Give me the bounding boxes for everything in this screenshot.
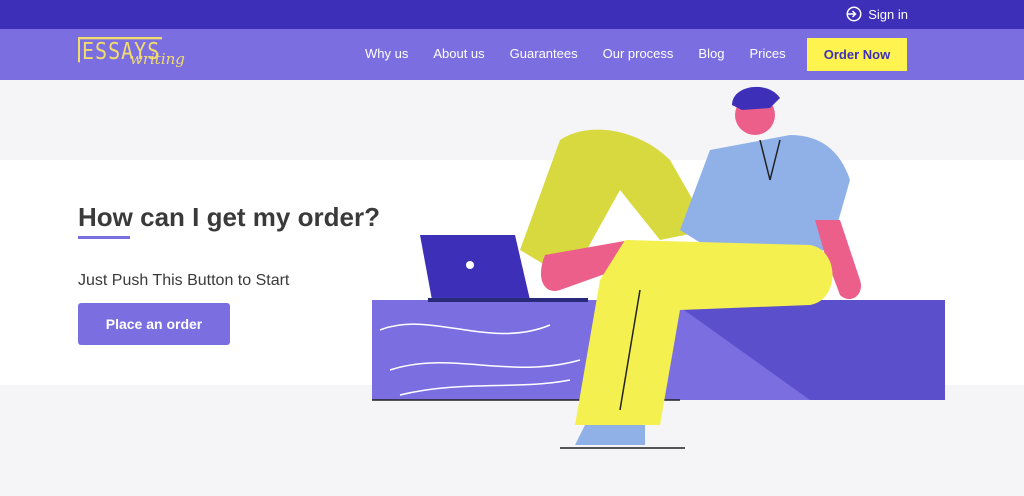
order-now-button[interactable]: Order Now — [807, 38, 907, 71]
laptop-base — [428, 298, 588, 302]
nav-item-guarantees[interactable]: Guarantees — [510, 46, 578, 61]
main-navbar: ESSAYS writing Why us About us Guarantee… — [0, 29, 1024, 80]
nav-item-prices[interactable]: Prices — [749, 46, 785, 61]
nav-item-blog[interactable]: Blog — [698, 46, 724, 61]
nav-item-about-us[interactable]: About us — [433, 46, 484, 61]
sign-in-link[interactable]: Sign in — [845, 5, 908, 23]
site-logo[interactable]: ESSAYS writing — [78, 37, 198, 73]
top-bar: Sign in — [0, 0, 1024, 29]
laptop-logo — [466, 261, 474, 269]
hero-subtitle: Just Push This Button to Start — [78, 272, 290, 289]
logo-sub-text: writing — [130, 50, 185, 68]
hero-title: How can I get my order? — [78, 202, 380, 232]
nav-item-our-process[interactable]: Our process — [603, 46, 674, 61]
laptop-screen — [420, 235, 530, 300]
nav-item-why-us[interactable]: Why us — [365, 46, 408, 61]
person-with-laptop-illustration — [372, 86, 945, 449]
sign-in-label: Sign in — [868, 6, 908, 22]
sign-in-icon — [846, 6, 862, 22]
nav-menu: Why us About us Guarantees Our process B… — [365, 46, 811, 61]
title-underline — [78, 236, 130, 239]
place-order-button[interactable]: Place an order — [78, 303, 230, 345]
shoe — [575, 425, 645, 445]
